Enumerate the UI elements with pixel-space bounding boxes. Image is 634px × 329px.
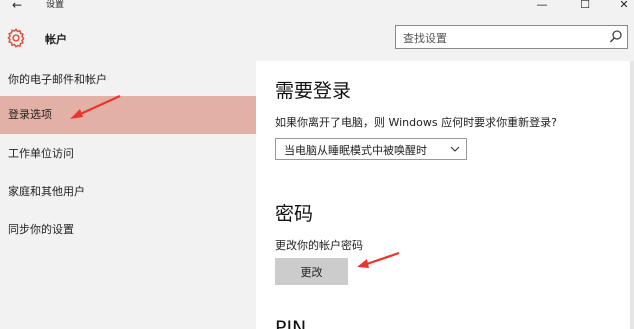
sidebar-item-family-users[interactable]: 家庭和其他用户	[0, 173, 256, 211]
gear-icon	[7, 28, 25, 48]
require-signin-dropdown[interactable]: 当电脑从睡眠模式中被唤醒时	[275, 138, 467, 160]
sidebar-item-label: 家庭和其他用户	[8, 185, 85, 198]
title-bar: ← 设置 — ☐ ✕	[0, 0, 634, 13]
change-password-button-label: 更改	[300, 267, 323, 279]
require-signin-description: 如果你离开了电脑，则 Windows 应何时要求你重新登录?	[275, 116, 557, 129]
require-signin-heading: 需要登录	[275, 80, 352, 102]
sidebar-item-label: 登录选项	[8, 108, 52, 121]
sidebar-item-label: 同步你的设置	[8, 223, 74, 236]
search-icon[interactable]	[609, 29, 623, 45]
password-description: 更改你的帐户密码	[275, 239, 363, 252]
sidebar-item-work-access[interactable]: 工作单位访问	[0, 135, 256, 173]
window-title: 设置	[46, 0, 65, 10]
sidebar-item-label: 工作单位访问	[8, 147, 74, 160]
annotation-arrow-icon	[70, 94, 121, 119]
close-button[interactable]: ✕	[614, 0, 634, 11]
maximize-button[interactable]: ☐	[575, 0, 595, 11]
search-input[interactable]: 查找设置	[395, 25, 628, 49]
dropdown-value: 当电脑从睡眠模式中被唤醒时	[284, 144, 427, 157]
minimize-button[interactable]: —	[532, 0, 552, 11]
sidebar-item-label: 你的电子邮件和帐户	[8, 73, 107, 86]
chevron-down-icon	[450, 146, 460, 152]
page-title: 帐户	[45, 33, 67, 46]
search-placeholder: 查找设置	[403, 32, 447, 45]
sidebar-item-email-accounts[interactable]: 你的电子邮件和帐户	[0, 61, 256, 99]
page-header: 帐户 查找设置	[0, 13, 634, 61]
back-button[interactable]: ←	[12, 0, 22, 12]
change-password-button[interactable]: 更改	[275, 258, 348, 285]
sidebar-item-sync-settings[interactable]: 同步你的设置	[0, 211, 256, 249]
sidebar: 你的电子邮件和帐户 登录选项 工作单位访问 家庭和其他用户 同步你的设置	[0, 61, 256, 329]
sidebar-item-sign-in-options[interactable]: 登录选项	[0, 96, 256, 134]
scrollbar[interactable]	[630, 61, 634, 329]
password-heading: 密码	[275, 203, 314, 225]
annotation-arrow-icon	[357, 251, 400, 268]
pin-heading: PIN	[275, 317, 307, 329]
